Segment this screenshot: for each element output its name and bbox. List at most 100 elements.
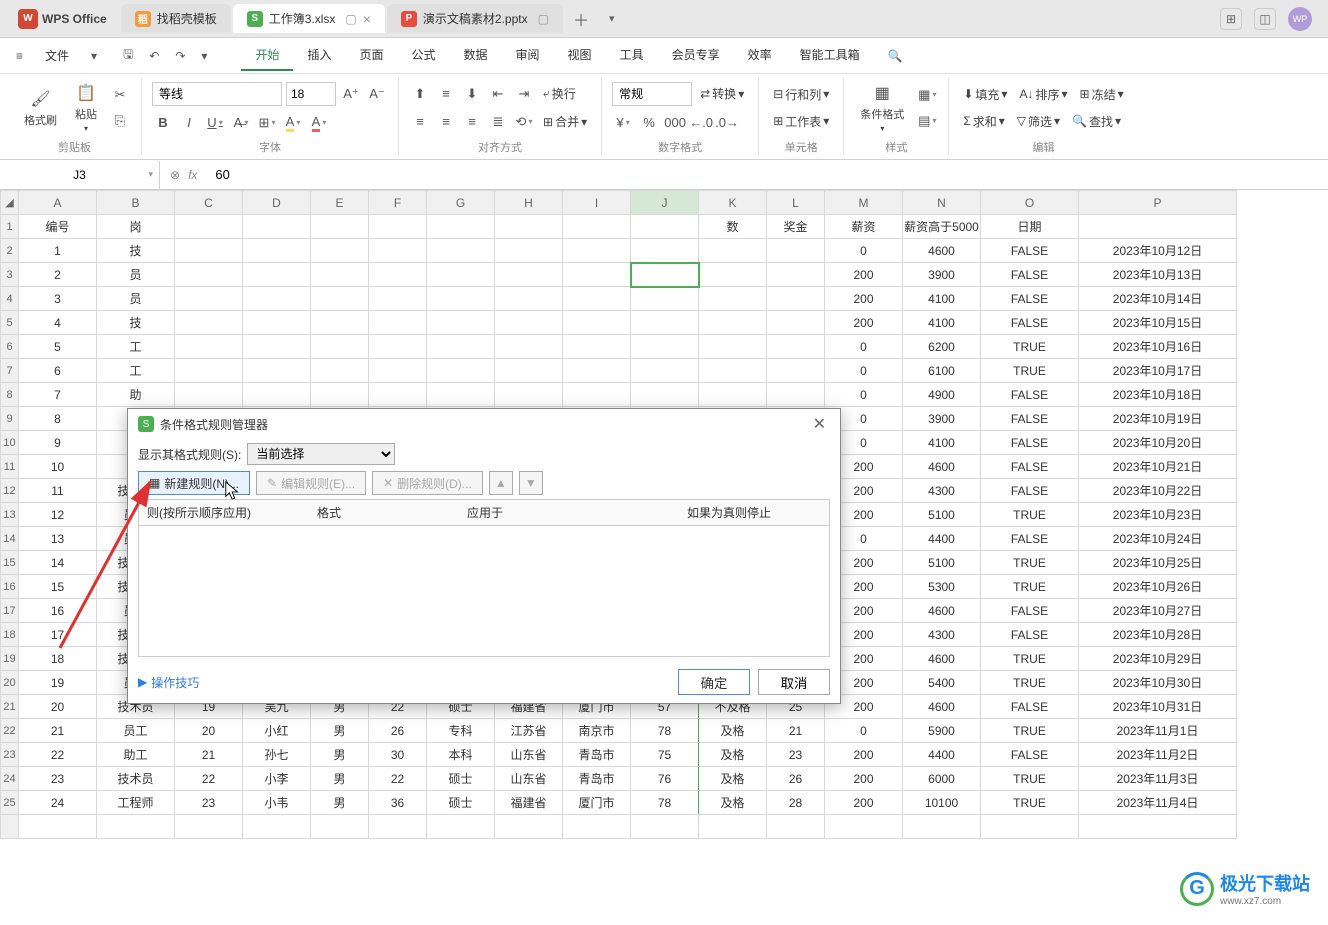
copy-icon[interactable]: ⎘ bbox=[109, 110, 131, 132]
row-header[interactable]: 11 bbox=[1, 455, 19, 479]
move-up-button[interactable]: ▲ bbox=[489, 471, 513, 495]
rules-list[interactable] bbox=[138, 525, 830, 657]
cell[interactable]: 24 bbox=[19, 791, 97, 815]
cell[interactable]: 孙七 bbox=[243, 743, 311, 767]
cell[interactable]: 硕士 bbox=[427, 791, 495, 815]
cell[interactable]: 2 bbox=[19, 263, 97, 287]
fill-color-button[interactable]: A bbox=[282, 112, 304, 134]
row-header[interactable]: 22 bbox=[1, 719, 19, 743]
cell[interactable]: 青岛市 bbox=[563, 767, 631, 791]
ok-button[interactable]: 确定 bbox=[678, 669, 750, 695]
header-cell[interactable] bbox=[495, 215, 563, 239]
cell[interactable] bbox=[175, 239, 243, 263]
cell[interactable]: 2023年10月23日 bbox=[1079, 503, 1237, 527]
find-button[interactable]: 🔍 查找 ▾ bbox=[1068, 111, 1125, 132]
name-box[interactable] bbox=[0, 161, 160, 189]
border-button[interactable]: ⊞ bbox=[256, 112, 278, 134]
cell[interactable] bbox=[311, 239, 369, 263]
cell[interactable] bbox=[495, 311, 563, 335]
cell[interactable] bbox=[427, 815, 495, 839]
font-size-select[interactable] bbox=[286, 82, 336, 106]
header-cell[interactable]: 薪资 bbox=[825, 215, 903, 239]
cell[interactable] bbox=[427, 287, 495, 311]
cell[interactable]: 2023年10月26日 bbox=[1079, 575, 1237, 599]
row-header[interactable]: 2 bbox=[1, 239, 19, 263]
cell[interactable]: 硕士 bbox=[427, 767, 495, 791]
cell[interactable]: 工程师 bbox=[97, 791, 175, 815]
cell[interactable]: TRUE bbox=[981, 551, 1079, 575]
font-color-button[interactable]: A bbox=[308, 112, 330, 134]
cell[interactable]: 6200 bbox=[903, 335, 981, 359]
cell[interactable]: 小韦 bbox=[243, 791, 311, 815]
cell[interactable]: 78 bbox=[631, 791, 699, 815]
new-rule-button[interactable]: ▦ 新建规则(N)... bbox=[138, 471, 250, 495]
cell[interactable]: FALSE bbox=[981, 383, 1079, 407]
cell[interactable] bbox=[825, 815, 903, 839]
cell[interactable] bbox=[369, 335, 427, 359]
column-header[interactable]: G bbox=[427, 191, 495, 215]
column-header[interactable]: J bbox=[631, 191, 699, 215]
cell[interactable]: 2023年10月25日 bbox=[1079, 551, 1237, 575]
comma-icon[interactable]: 000 bbox=[664, 112, 686, 134]
cell[interactable]: 5100 bbox=[903, 503, 981, 527]
cell[interactable]: 工 bbox=[97, 335, 175, 359]
show-rules-select[interactable]: 当前选择 bbox=[247, 443, 395, 465]
row-header[interactable]: 10 bbox=[1, 431, 19, 455]
cell[interactable]: 1 bbox=[19, 239, 97, 263]
cell[interactable] bbox=[97, 815, 175, 839]
column-header[interactable]: K bbox=[699, 191, 767, 215]
cell[interactable]: 22 bbox=[19, 743, 97, 767]
cell[interactable]: 小红 bbox=[243, 719, 311, 743]
cell[interactable] bbox=[699, 287, 767, 311]
font-name-select[interactable] bbox=[152, 82, 282, 106]
wrap-text-button[interactable]: ⤶ 换行 bbox=[539, 83, 580, 104]
cell[interactable]: 小李 bbox=[243, 767, 311, 791]
format-painter-button[interactable]: 🖌格式刷 bbox=[18, 84, 63, 132]
cell[interactable]: 28 bbox=[767, 791, 825, 815]
cell[interactable]: 福建省 bbox=[495, 791, 563, 815]
cell[interactable]: 7 bbox=[19, 383, 97, 407]
cell[interactable] bbox=[427, 311, 495, 335]
cell[interactable]: 6 bbox=[19, 359, 97, 383]
cell[interactable]: 23 bbox=[19, 767, 97, 791]
cell[interactable] bbox=[243, 815, 311, 839]
row-header[interactable]: 5 bbox=[1, 311, 19, 335]
column-header[interactable]: F bbox=[369, 191, 427, 215]
cell[interactable]: 22 bbox=[369, 767, 427, 791]
row-header[interactable]: 21 bbox=[1, 695, 19, 719]
cell[interactable]: 2023年10月16日 bbox=[1079, 335, 1237, 359]
row-header[interactable]: 16 bbox=[1, 575, 19, 599]
cell[interactable]: 助 bbox=[97, 383, 175, 407]
cell[interactable]: 男 bbox=[311, 719, 369, 743]
column-header[interactable]: L bbox=[767, 191, 825, 215]
cell[interactable] bbox=[243, 359, 311, 383]
cell[interactable] bbox=[631, 263, 699, 287]
freeze-button[interactable]: ⊞ 冻结 ▾ bbox=[1076, 84, 1128, 105]
column-header[interactable]: I bbox=[563, 191, 631, 215]
cell[interactable] bbox=[175, 263, 243, 287]
header-cell[interactable]: 数 bbox=[699, 215, 767, 239]
increase-decimal-icon[interactable]: .0→ bbox=[716, 112, 738, 134]
cell[interactable]: 2023年10月18日 bbox=[1079, 383, 1237, 407]
cell[interactable]: 6100 bbox=[903, 359, 981, 383]
column-header[interactable]: C bbox=[175, 191, 243, 215]
cell[interactable] bbox=[1079, 815, 1237, 839]
cell[interactable]: 3900 bbox=[903, 263, 981, 287]
fx-icon[interactable]: fx bbox=[188, 168, 197, 182]
row-header[interactable]: 4 bbox=[1, 287, 19, 311]
cell[interactable] bbox=[563, 263, 631, 287]
cell[interactable]: 16 bbox=[19, 599, 97, 623]
corner-cell[interactable]: ◢ bbox=[1, 191, 19, 215]
cell[interactable] bbox=[175, 359, 243, 383]
cell[interactable] bbox=[631, 239, 699, 263]
menu-item[interactable]: 公式 bbox=[398, 40, 450, 71]
cell[interactable]: 工 bbox=[97, 359, 175, 383]
cell[interactable]: 200 bbox=[825, 311, 903, 335]
cell[interactable] bbox=[699, 311, 767, 335]
cell[interactable]: 5900 bbox=[903, 719, 981, 743]
header-cell[interactable]: 日期 bbox=[981, 215, 1079, 239]
column-header[interactable]: P bbox=[1079, 191, 1237, 215]
header-cell[interactable]: 岗 bbox=[97, 215, 175, 239]
cell[interactable]: 12 bbox=[19, 503, 97, 527]
cell[interactable]: 男 bbox=[311, 767, 369, 791]
